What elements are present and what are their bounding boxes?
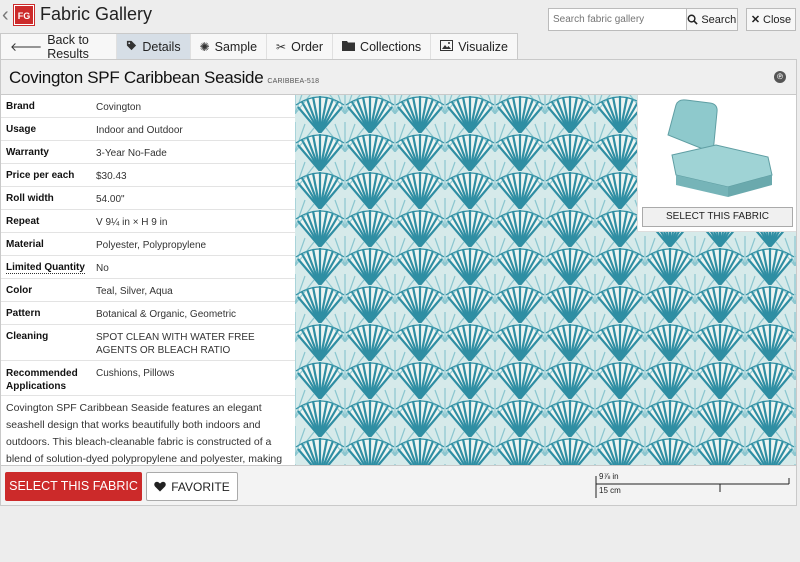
scale-cm-label: 15 cm bbox=[599, 486, 621, 495]
scale-ruler: 9⅞ in 15 cm bbox=[593, 472, 793, 500]
pinterest-icon[interactable]: ℗ bbox=[774, 71, 786, 83]
spec-value: Indoor and Outdoor bbox=[96, 125, 183, 136]
tab-label: Visualize bbox=[458, 39, 508, 54]
spec-row: Color Teal, Silver, Aqua bbox=[1, 279, 295, 302]
product-title: Covington SPF Caribbean Seaside CARIBBEA-… bbox=[9, 68, 319, 88]
tab-order[interactable]: ✂ Order bbox=[267, 34, 334, 59]
spec-row: Material Polyester, Polypropylene bbox=[1, 233, 295, 256]
product-sku: CARIBBEA-518 bbox=[267, 78, 320, 85]
spec-row: Cleaning SPOT CLEAN WITH WATER FREE AGENT… bbox=[1, 325, 295, 361]
spec-row: Roll width 54.00" bbox=[1, 187, 295, 210]
spec-key: Cleaning bbox=[6, 331, 49, 342]
spec-key: Pattern bbox=[6, 308, 41, 319]
preview-select-fabric-button[interactable]: SELECT THIS FABRIC bbox=[642, 207, 793, 227]
scissors-icon: ✂ bbox=[276, 39, 287, 54]
spec-key: Recommended Applications bbox=[6, 368, 78, 392]
tab-details[interactable]: Details bbox=[117, 34, 191, 59]
spec-value: Botanical & Organic, Geometric bbox=[96, 309, 237, 320]
spec-key[interactable]: Limited Quantity bbox=[1, 256, 92, 278]
select-fabric-button[interactable]: SELECT THIS FABRIC bbox=[5, 472, 142, 501]
spec-key: Warranty bbox=[6, 147, 49, 158]
search-button-label: Search bbox=[701, 13, 737, 26]
search-input[interactable] bbox=[549, 9, 686, 30]
product-description: Covington SPF Caribbean Seaside features… bbox=[6, 402, 283, 465]
product-name: Covington SPF Caribbean Seaside bbox=[9, 68, 264, 87]
spec-table: Brand Covington Usage Indoor and Outdoor W… bbox=[1, 95, 295, 465]
limited-quantity-label[interactable]: Limited Quantity bbox=[6, 262, 85, 274]
spec-key: Usage bbox=[6, 124, 37, 135]
spec-value: Covington bbox=[96, 102, 142, 113]
spec-value: 3-Year No-Fade bbox=[96, 148, 167, 159]
tab-label: Sample bbox=[214, 39, 258, 54]
spec-row: Recommended Applications Cushions, Pillow… bbox=[1, 361, 295, 396]
search-button[interactable]: Search bbox=[685, 9, 737, 30]
spec-key: Roll width bbox=[6, 193, 54, 204]
heart-icon bbox=[154, 481, 167, 492]
scale-inches-label: 9⅞ in bbox=[599, 472, 619, 481]
spec-row: Repeat V 9¼ in × H 9 in bbox=[1, 210, 295, 233]
tab-label: Back to Results bbox=[47, 32, 89, 61]
product-header: Covington SPF Caribbean Seaside CARIBBEA-… bbox=[1, 60, 796, 95]
spec-row: Limited Quantity No bbox=[1, 256, 295, 279]
arrow-left-icon: 🡐 bbox=[10, 40, 43, 54]
close-button[interactable]: ✕ Close bbox=[746, 8, 796, 31]
spec-key: Color bbox=[6, 285, 33, 296]
spec-row: Warranty 3-Year No-Fade bbox=[1, 141, 295, 164]
spec-row: Usage Indoor and Outdoor bbox=[1, 118, 295, 141]
tab-collections[interactable]: Collections bbox=[333, 34, 432, 59]
top-bar: ‹ FG Fabric Gallery Search ✕ Close bbox=[0, 0, 800, 33]
spec-key: Brand bbox=[6, 101, 35, 112]
favorite-button[interactable]: FAVORITE bbox=[146, 472, 238, 501]
favorite-label: FAVORITE bbox=[171, 479, 230, 494]
spec-value: SPOT CLEAN WITH WATER FREE AGENTS OR BLE… bbox=[96, 332, 255, 356]
tab-visualize[interactable]: Visualize bbox=[431, 34, 517, 59]
tab-bar: 🡐 Back to Results Details ✺ Sample ✂ Ord… bbox=[0, 32, 518, 61]
spec-key: Repeat bbox=[6, 216, 40, 227]
image-icon bbox=[440, 39, 454, 54]
tab-label: Collections bbox=[360, 39, 422, 54]
close-icon: ✕ bbox=[750, 14, 761, 26]
spec-key: Material bbox=[6, 239, 44, 250]
spec-value: $30.43 bbox=[96, 171, 127, 182]
tab-label: Details bbox=[142, 39, 181, 54]
chevron-left-icon[interactable]: ‹ bbox=[2, 4, 9, 27]
details-panel: Covington SPF Caribbean Seaside CARIBBEA-… bbox=[0, 59, 797, 506]
tag-icon bbox=[126, 40, 137, 54]
app-logo: FG bbox=[14, 5, 34, 25]
spec-value: V 9¼ in × H 9 in bbox=[96, 217, 168, 228]
tab-back-to-results[interactable]: 🡐 Back to Results bbox=[1, 32, 118, 61]
close-button-label: Close bbox=[763, 13, 792, 26]
spec-key: Price per each bbox=[6, 170, 75, 181]
spec-value: Cushions, Pillows bbox=[96, 368, 175, 379]
gear-icon: ✺ bbox=[199, 39, 210, 54]
app-title: Fabric Gallery bbox=[40, 4, 153, 24]
cushion-image bbox=[667, 99, 773, 197]
cushion-preview: SELECT THIS FABRIC bbox=[637, 95, 796, 232]
spec-row: Pattern Botanical & Organic, Geometric bbox=[1, 302, 295, 325]
action-footer: SELECT THIS FABRIC FAVORITE 9⅞ in 15 cm bbox=[1, 465, 796, 505]
spec-row: Brand Covington bbox=[1, 95, 295, 118]
spec-value: 54.00" bbox=[96, 194, 125, 205]
search-box: Search bbox=[548, 8, 738, 31]
spec-value: No bbox=[96, 263, 109, 274]
folder-icon bbox=[342, 40, 356, 54]
tab-label: Order bbox=[291, 39, 324, 54]
spec-row: Price per each $30.43 bbox=[1, 164, 295, 187]
tab-sample[interactable]: ✺ Sample bbox=[191, 34, 268, 59]
search-icon bbox=[687, 14, 699, 25]
spec-value: Polyester, Polypropylene bbox=[96, 240, 207, 251]
spec-value: Teal, Silver, Aqua bbox=[96, 286, 173, 297]
